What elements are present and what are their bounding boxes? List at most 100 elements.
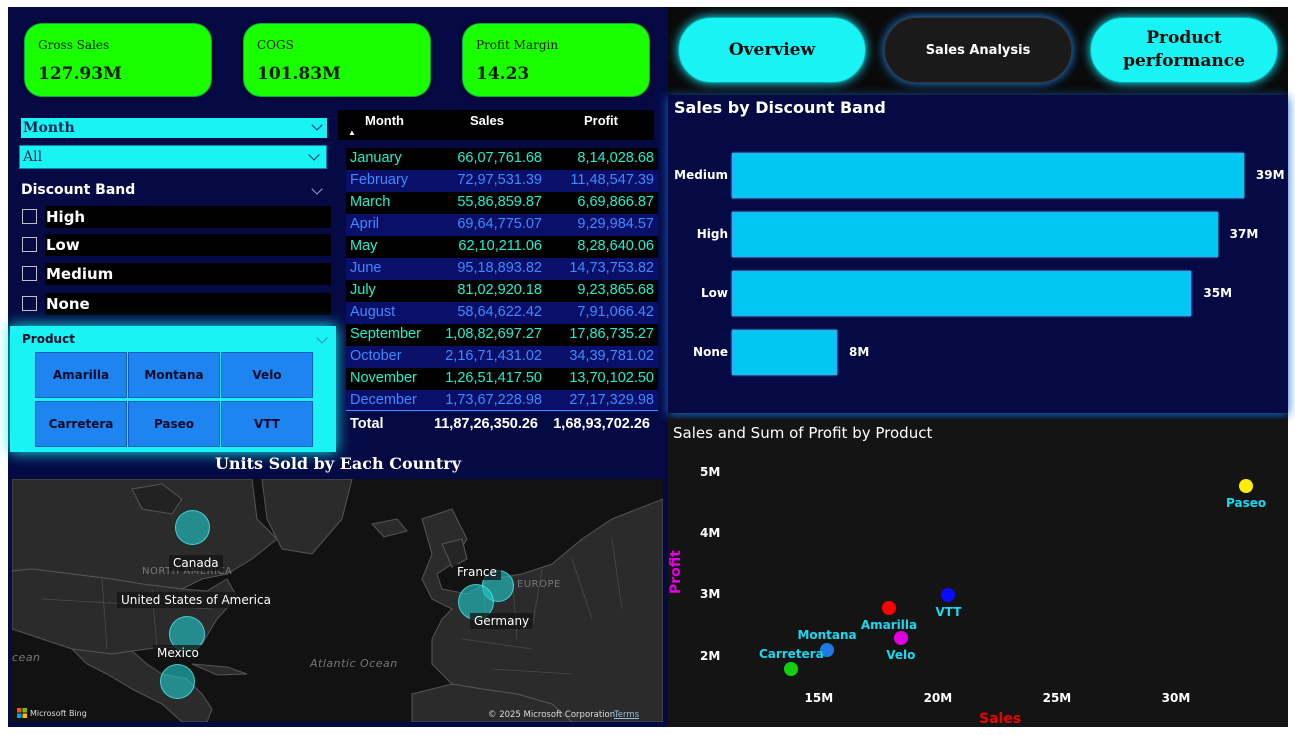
month-cell: August — [350, 304, 396, 320]
y-tick-label: 2M — [700, 648, 721, 663]
sales-cell: 62,10,211.06 — [458, 238, 542, 254]
option-label: None — [45, 293, 331, 315]
discount-option-medium[interactable]: Medium — [21, 263, 332, 285]
month-cell: May — [350, 238, 378, 254]
product-button-paseo[interactable]: Paseo — [128, 401, 220, 447]
overview-button[interactable]: Overview — [678, 17, 866, 83]
scatter-point-label: Carretera — [758, 646, 824, 661]
column-header-month[interactable]: Month — [365, 113, 404, 128]
product-button-montana[interactable]: Montana — [128, 352, 220, 398]
discount-slicer-title: Discount Band — [21, 182, 136, 198]
scatter-point-paseo[interactable] — [1239, 478, 1254, 493]
profit-cell: 9,29,984.57 — [577, 216, 654, 232]
map-terms-link[interactable]: Terms — [614, 710, 639, 720]
sales-cell: 55,86,859.87 — [457, 194, 542, 210]
scatter-plot-area: 15M 20M 25M 30M 5M 4M 3M 2M Paseo VTT Amarilla Velo… — [668, 419, 1288, 727]
table-header: Month ▲ Sales Profit — [338, 110, 654, 140]
product-button-carretera[interactable]: Carretera — [35, 401, 127, 447]
table-row[interactable]: July 81,02,920.18 9,23,865.68 — [346, 280, 658, 302]
table-row[interactable]: October 2,16,71,431.02 34,39,781.02 — [346, 346, 658, 368]
product-button-velo[interactable]: Velo — [221, 352, 313, 398]
sales-cell: 72,97,531.39 — [457, 172, 542, 188]
checkbox[interactable] — [22, 266, 37, 281]
profit-cell: 14,73,753.82 — [569, 260, 654, 276]
bing-logo-text: Microsoft Bing — [30, 708, 87, 718]
scatter-point-vtt[interactable] — [941, 588, 956, 603]
chevron-down-icon[interactable] — [316, 332, 328, 344]
map-label-mexico: Mexico — [153, 645, 203, 661]
chevron-down-icon[interactable] — [311, 183, 323, 195]
checkbox[interactable] — [22, 296, 37, 311]
table-row[interactable]: February 72,97,531.39 11,48,547.39 — [346, 170, 658, 192]
y-tick-label: 3M — [700, 587, 721, 602]
sales-cell: 2,16,71,431.02 — [445, 348, 542, 364]
map-land — [12, 479, 663, 722]
map-bubble-canada[interactable] — [175, 510, 210, 545]
table-row[interactable]: August 58,64,622.42 7,91,066.42 — [346, 302, 658, 324]
kpi-label: Profit Margin — [476, 38, 559, 52]
scatter-point-amarilla[interactable] — [881, 600, 896, 615]
discount-option-none[interactable]: None — [21, 293, 332, 315]
kpi-cogs: COGS 101.83M — [243, 23, 431, 97]
kpi-value: 101.83M — [257, 64, 341, 84]
month-cell: January — [350, 150, 402, 166]
bar-value-label: 37M — [1229, 227, 1259, 241]
y-tick-label: 5M — [700, 465, 721, 480]
table-row[interactable]: May 62,10,211.06 8,28,640.06 — [346, 236, 658, 258]
product-button-amarilla[interactable]: Amarilla — [35, 352, 127, 398]
scatter-point-velo[interactable] — [893, 631, 908, 646]
checkbox[interactable] — [22, 209, 37, 224]
month-cell: February — [350, 172, 409, 188]
column-header-sales[interactable]: Sales — [470, 113, 504, 128]
bar-chart-discount-band[interactable]: Sales by Discount Band Medium 39M High 37M L… — [668, 95, 1288, 413]
table-row[interactable]: January 66,07,761.68 8,14,028.68 — [346, 148, 658, 170]
month-cell: November — [350, 370, 417, 386]
table-row[interactable]: September 1,08,82,697.27 17,86,735.27 — [346, 324, 658, 346]
discount-option-high[interactable]: High — [21, 206, 332, 228]
map-bubble-mexico[interactable] — [160, 664, 195, 699]
option-label: Medium — [45, 263, 331, 285]
discount-option-low[interactable]: Low — [21, 234, 332, 256]
scatter-point-label: VTT — [935, 605, 962, 620]
month-slicer-title: Month — [23, 120, 75, 136]
scatter-point-label: Montana — [797, 628, 857, 643]
sales-analysis-button[interactable]: Sales Analysis — [884, 17, 1072, 83]
month-cell: December — [350, 392, 417, 408]
product-button-vtt[interactable]: VTT — [221, 401, 313, 447]
month-slicer-header[interactable]: Month — [21, 118, 327, 138]
map-visual[interactable]: NORTH AMERICA EUROPE Atlantic Ocean cean… — [12, 479, 663, 722]
product-performance-button[interactable]: Product performance — [1090, 17, 1278, 83]
table-row[interactable]: April 69,64,775.07 9,29,984.57 — [346, 214, 658, 236]
chevron-down-icon[interactable] — [311, 119, 323, 131]
table-total-row: Total 11,87,26,350.26 1,68,93,702.26 — [338, 414, 654, 436]
table-row[interactable]: December 1,73,67,228.98 27,17,329.98 — [346, 390, 658, 412]
month-cell: October — [350, 348, 402, 364]
scatter-chart-product[interactable]: Sales and Sum of Profit by Product Profi… — [668, 419, 1288, 727]
map-label-usa: United States of America — [117, 592, 275, 608]
table-row[interactable]: November 1,26,51,417.50 13,70,102.50 — [346, 368, 658, 390]
kpi-label: Gross Sales — [38, 38, 110, 52]
kpi-value: 127.93M — [38, 64, 122, 84]
chevron-down-icon[interactable] — [308, 149, 320, 161]
map-title: Units Sold by Each Country — [214, 454, 462, 473]
bar-value-label: 8M — [849, 345, 870, 359]
kpi-label: COGS — [257, 38, 294, 52]
column-header-profit[interactable]: Profit — [584, 113, 618, 128]
bar-low[interactable] — [732, 271, 1192, 316]
table-row[interactable]: June 95,18,893.82 14,73,753.82 — [346, 258, 658, 280]
month-cell: July — [350, 282, 376, 298]
table-row[interactable]: March 55,86,859.87 6,69,866.87 — [346, 192, 658, 214]
kpi-value: 14.23 — [476, 64, 530, 84]
checkbox[interactable] — [22, 237, 37, 252]
month-dropdown[interactable]: All — [19, 145, 327, 169]
bar-high[interactable] — [732, 212, 1218, 257]
bar-none[interactable] — [732, 330, 837, 375]
product-slicer: Product Amarilla Montana Velo Carretera … — [10, 326, 336, 452]
product-performance-line1: Product — [1146, 28, 1222, 48]
sort-ascending-icon[interactable]: ▲ — [348, 128, 356, 137]
bar-value-label: 35M — [1203, 286, 1233, 300]
bar-medium[interactable] — [732, 153, 1244, 198]
bing-logo: Microsoft Bing — [17, 708, 87, 718]
sales-cell: 69,64,775.07 — [457, 216, 542, 232]
scatter-point-carretera[interactable] — [784, 661, 799, 676]
